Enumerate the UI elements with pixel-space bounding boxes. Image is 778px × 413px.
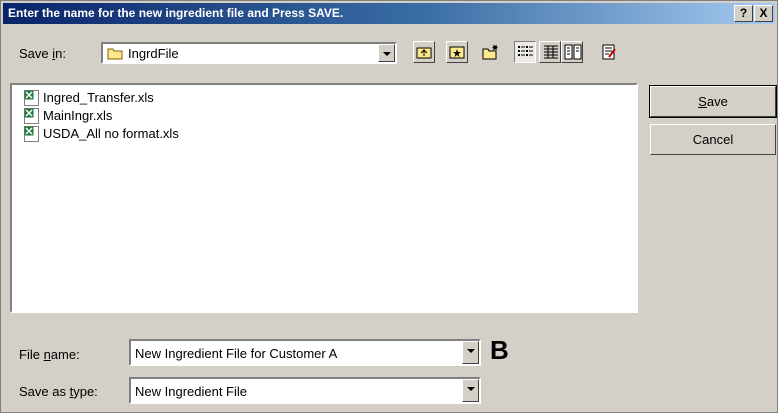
excel-file-icon: [24, 126, 39, 142]
properties-view-button[interactable]: [561, 41, 583, 63]
chevron-down-icon[interactable]: [462, 379, 479, 402]
chevron-down-icon[interactable]: [462, 341, 479, 364]
chevron-down-icon[interactable]: [378, 44, 395, 62]
new-folder-button[interactable]: [479, 41, 501, 63]
excel-file-icon: [24, 90, 39, 106]
save-as-type-dropdown[interactable]: New Ingredient File: [129, 377, 481, 404]
desktop-icon: [449, 46, 465, 59]
folder-icon: [107, 48, 123, 60]
tools-icon: [602, 44, 616, 60]
file-name: USDA_All no format.xls: [43, 126, 179, 141]
save-as-type-value: New Ingredient File: [135, 384, 247, 399]
save-button[interactable]: Save: [649, 85, 777, 118]
title-bar: Enter the name for the new ingredient fi…: [3, 3, 775, 24]
annotation-marker: B: [490, 335, 509, 365]
dialog-title: Enter the name for the new ingredient fi…: [8, 6, 344, 20]
up-one-level-button[interactable]: [413, 41, 435, 63]
excel-file-icon: [24, 108, 39, 124]
details-view-icon: [544, 45, 558, 59]
desktop-button[interactable]: [446, 41, 468, 63]
up-one-level-icon: [416, 47, 432, 59]
properties-view-icon: [564, 44, 582, 60]
cancel-button[interactable]: Cancel: [650, 124, 776, 155]
save-in-label: Save in:: [19, 46, 66, 61]
details-view-button[interactable]: [539, 41, 561, 63]
save-in-value: IngrdFile: [128, 46, 179, 61]
file-name: Ingred_Transfer.xls: [43, 90, 154, 105]
new-folder-icon: [482, 45, 498, 60]
file-list[interactable]: Ingred_Transfer.xls MainIngr.xls USDA_Al…: [10, 83, 638, 313]
file-name: MainIngr.xls: [43, 108, 113, 123]
file-name-value: New Ingredient File for Customer A: [135, 346, 338, 361]
help-button[interactable]: ?: [734, 5, 753, 22]
save-in-dropdown[interactable]: IngrdFile: [101, 42, 397, 64]
file-name-input[interactable]: New Ingredient File for Customer A: [129, 339, 481, 366]
list-view-button[interactable]: [514, 41, 536, 63]
list-view-icon: [518, 46, 533, 56]
save-dialog: Enter the name for the new ingredient fi…: [0, 0, 778, 413]
save-as-type-label: Save as type:: [19, 384, 98, 399]
file-name-label: File name:: [19, 347, 80, 362]
close-button[interactable]: X: [754, 5, 773, 22]
tools-button[interactable]: [598, 41, 620, 63]
